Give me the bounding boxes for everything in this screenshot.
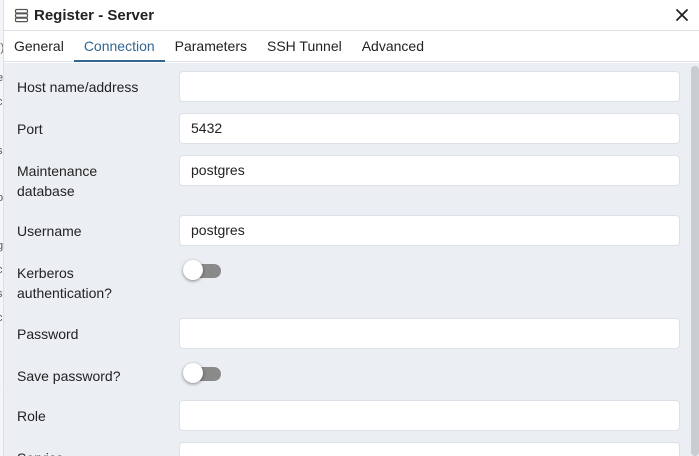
save-password-toggle[interactable] [183,363,221,385]
service-input[interactable] [179,442,680,456]
tab-advanced[interactable]: Advanced [352,31,434,61]
username-label: Username [17,223,82,239]
tab-bar: General Connection Parameters SSH Tunnel… [4,31,699,62]
port-input[interactable]: 5432 [179,113,680,144]
register-server-dialog: Register - Server General Connection Par… [3,0,699,456]
username-input[interactable]: postgres [179,215,680,246]
vertical-scrollbar[interactable] [691,66,699,456]
host-label: Host name/address [17,79,139,95]
tab-connection[interactable]: Connection [73,31,165,62]
kerberos-label: Kerberos authentication? [17,265,112,301]
toggle-knob [183,363,203,383]
dialog-titlebar: Register - Server [4,0,699,31]
tab-general[interactable]: General [4,31,74,61]
close-icon[interactable] [673,6,691,24]
connection-form: Host name/address Port 5432 Maintenance … [4,63,699,456]
kerberos-toggle[interactable] [183,260,221,282]
toggle-knob [183,260,203,280]
host-input[interactable] [179,71,680,102]
port-label: Port [17,121,43,137]
password-label: Password [17,326,79,342]
dialog-title: Register - Server [34,6,155,24]
tab-ssh-tunnel[interactable]: SSH Tunnel [257,31,352,61]
maintenance-db-label: Maintenance database [17,163,98,199]
role-input[interactable] [179,400,680,431]
role-label: Role [17,408,46,424]
server-icon [14,8,29,23]
password-input[interactable] [179,318,680,349]
service-label: Service [17,448,167,456]
tab-parameters[interactable]: Parameters [165,31,257,61]
save-password-label: Save password? [17,368,121,384]
maintenance-db-input[interactable]: postgres [179,155,680,186]
